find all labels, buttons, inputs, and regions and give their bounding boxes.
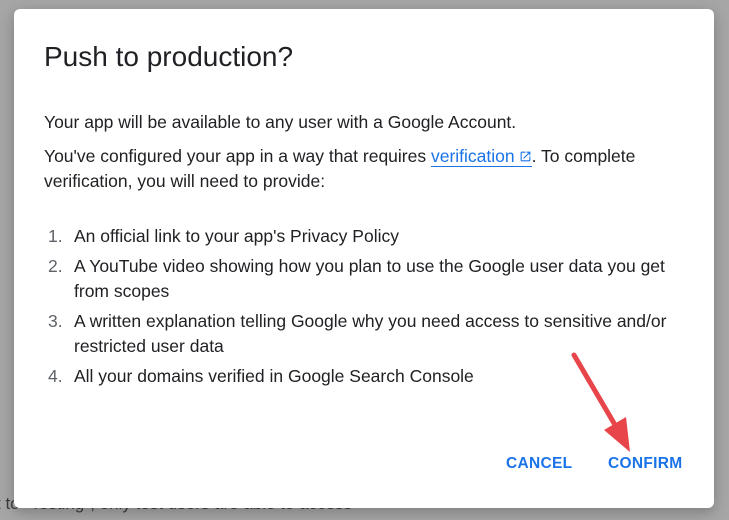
list-item-text: All your domains verified in Google Sear… — [74, 366, 474, 386]
confirm-button[interactable]: CONFIRM — [608, 455, 682, 473]
list-item-number: 4. — [48, 366, 63, 386]
list-item-text: A written explanation telling Google why… — [74, 311, 667, 356]
list-item-number: 3. — [48, 311, 63, 331]
verification-text-before: You've configured your app in a way that… — [44, 146, 431, 166]
requirements-list: 1. An official link to your app's Privac… — [44, 224, 694, 394]
external-link-icon — [520, 151, 530, 162]
verification-link-label: verification — [430, 146, 515, 166]
list-item-text: A YouTube video showing how you plan to … — [74, 256, 665, 301]
dialog-title: Push to production? — [44, 41, 294, 72]
availability-text: Your app will be available to any user w… — [44, 112, 517, 132]
list-item-number: 2. — [48, 256, 63, 276]
push-to-production-dialog: Push to production? Your app will be ava… — [14, 9, 714, 508]
list-item: 1. An official link to your app's Privac… — [44, 224, 694, 249]
cancel-button[interactable]: CANCEL — [506, 455, 572, 473]
list-item: 2. A YouTube video showing how you plan … — [44, 254, 694, 304]
list-item-text: An official link to your app's Privacy P… — [74, 226, 399, 246]
verification-link[interactable]: verification — [430, 146, 532, 167]
list-item: 4. All your domains verified in Google S… — [44, 364, 694, 389]
list-item: 3. A written explanation telling Google … — [44, 309, 694, 359]
verification-text: You've configured your app in a way that… — [44, 144, 694, 194]
list-item-number: 1. — [48, 226, 63, 246]
